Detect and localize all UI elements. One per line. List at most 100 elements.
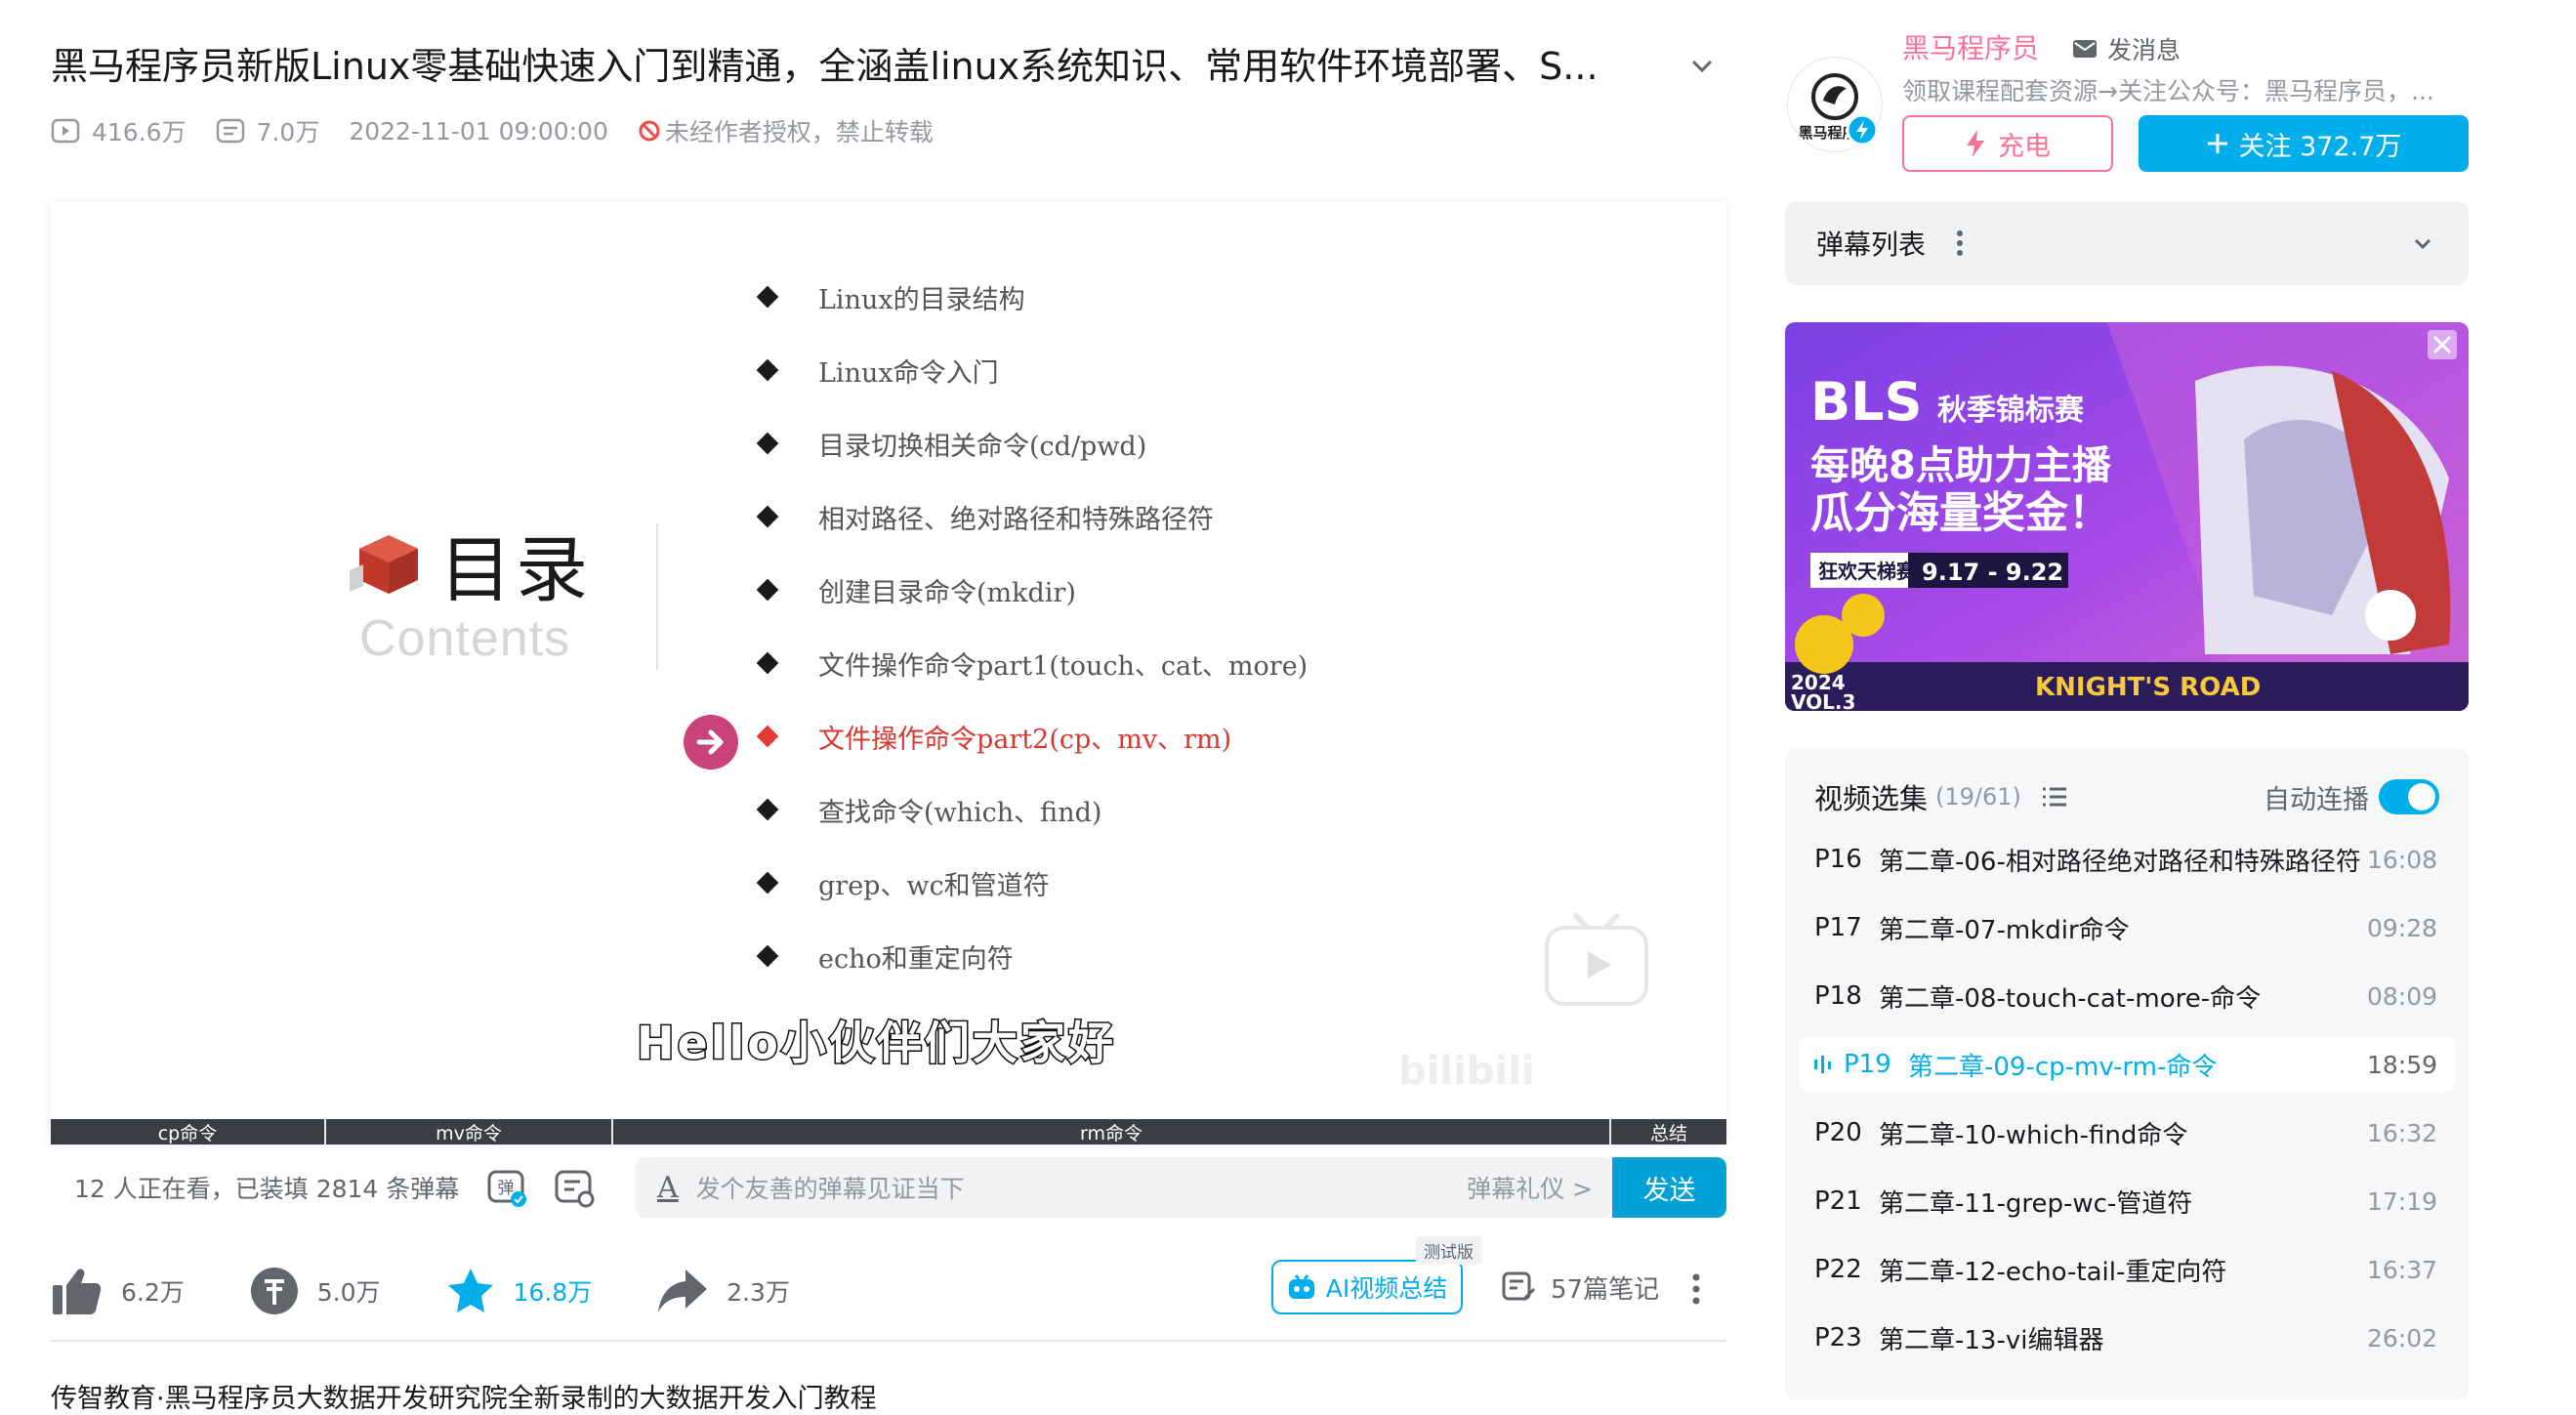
ad-event: 秋季锦标赛 <box>1937 394 2085 428</box>
copyright-notice: 未经作者授权，禁止转载 <box>638 113 934 148</box>
autoplay-toggle[interactable] <box>2379 779 2439 814</box>
list-view-icon[interactable] <box>2041 785 2068 809</box>
danmaku-toggle-icon[interactable]: 弹 <box>483 1162 531 1213</box>
toc-item: 查找命令(which、find) <box>754 790 1101 829</box>
chapter-segment[interactable]: mv命令 <box>326 1119 613 1144</box>
episode-item[interactable]: P22 第二章-12-echo-tail-重定向符 16:37 <box>1799 1242 2455 1297</box>
like-button[interactable]: 6.2万 <box>51 1266 185 1316</box>
send-danmaku-button[interactable]: 发送 <box>1612 1157 1726 1218</box>
share-icon <box>658 1269 708 1312</box>
toc-item: 相对路径、绝对路径和特殊路径符 <box>754 497 1214 536</box>
video-meta: 416.6万 7.0万 2022-11-01 09:00:00 未经作者授权，禁… <box>51 111 934 150</box>
ad-road: KNIGHT'S ROAD <box>2035 673 2261 702</box>
chapter-segment[interactable]: rm命令 <box>613 1119 1611 1144</box>
text-style-icon[interactable]: A <box>657 1171 679 1205</box>
ai-summary-button[interactable]: AI视频总结 <box>1271 1260 1463 1314</box>
danmaku-placeholder: 发个友善的弹幕见证当下 <box>695 1175 965 1203</box>
arrow-right-icon <box>684 715 738 770</box>
danmaku-input[interactable]: A 发个友善的弹幕见证当下 弹幕礼仪 > <box>636 1157 1613 1218</box>
danmaku-count: 7.0万 <box>256 118 320 146</box>
toc-subtitle: Contents <box>359 610 571 667</box>
diamond-bullet-icon <box>756 944 779 968</box>
coin-button[interactable]: 5.0万 <box>249 1266 381 1316</box>
video-frame[interactable]: 目录 Contents Linux的目录结构 Linux命令入门 目录切换相关命… <box>51 201 1726 1119</box>
copyright-text: 未经作者授权，禁止转载 <box>664 118 934 146</box>
mail-icon <box>2073 40 2097 58</box>
diamond-bullet-icon <box>756 432 779 455</box>
episode-list-title: 视频选集 <box>1814 782 1929 815</box>
danmaku-list-panel[interactable]: 弹幕列表 <box>1785 201 2469 285</box>
danmaku-settings-icon[interactable] <box>551 1162 599 1213</box>
forbidden-icon <box>639 120 660 142</box>
views-stat: 416.6万 <box>51 113 187 148</box>
publish-date: 2022-11-01 09:00:00 <box>349 116 608 146</box>
diamond-bullet-icon <box>756 358 779 382</box>
action-bar: 6.2万 5.0万 16.8万 2.3万 AI视频总结 测试版 57篇笔记 <box>51 1236 1726 1322</box>
toc-title: 目录 <box>439 528 592 612</box>
diamond-bullet-icon <box>756 285 779 309</box>
chapter-segment[interactable]: 总结 <box>1611 1119 1726 1144</box>
chapter-segment[interactable]: cp命令 <box>51 1119 326 1144</box>
beta-badge: 测试版 <box>1416 1236 1481 1265</box>
notes-button[interactable]: 57篇笔记 <box>1502 1260 1659 1314</box>
ad-tag: 狂欢天梯赛 <box>1818 560 1917 583</box>
ai-robot-icon <box>1288 1274 1314 1299</box>
episode-item[interactable]: P17 第二章-07-mkdir命令 09:28 <box>1799 900 2455 955</box>
more-options-icon[interactable] <box>1691 1273 1701 1305</box>
coin-icon <box>250 1268 298 1314</box>
toc-item: echo和重定向符 <box>754 936 1014 976</box>
svg-text:弹: 弹 <box>498 1179 515 1198</box>
ad-vol: VOL.3 <box>1791 690 1855 711</box>
autoplay-label: 自动连播 <box>2264 784 2369 815</box>
favorite-button[interactable]: 16.8万 <box>445 1266 592 1316</box>
ad-banner[interactable]: BLS 秋季锦标赛 每晚8点助力主播 瓜分海量奖金！ 狂欢天梯赛 9.17 - … <box>1785 322 2469 711</box>
charge-button[interactable]: 充电 <box>1902 115 2113 172</box>
toc-item: 创建目录命令(mkdir) <box>754 570 1076 609</box>
episode-item-active[interactable]: P19 第二章-09-cp-mv-rm-命令 18:59 <box>1799 1037 2455 1092</box>
episode-item[interactable]: P18 第二章-08-touch-cat-more-命令 08:09 <box>1799 969 2455 1023</box>
chevron-down-icon[interactable] <box>2410 230 2435 256</box>
episode-list-header: 视频选集 (19/61) 自动连播 <box>1814 777 2439 816</box>
episode-item[interactable]: P16 第二章-06-相对路径绝对路径和特殊路径符 16:08 <box>1799 832 2455 887</box>
follow-button[interactable]: 关注 372.7万 <box>2139 115 2469 172</box>
views-count: 416.6万 <box>92 118 187 146</box>
divider <box>51 1340 1726 1342</box>
danmaku-stat: 7.0万 <box>216 113 320 148</box>
video-description: 传智教育·黑马程序员大数据开发研究院全新录制的大数据开发入门教程 <box>51 1384 877 1414</box>
play-count-icon <box>51 118 80 144</box>
episode-list-panel: 视频选集 (19/61) 自动连播 P16 第二章-06-相对路径绝对路径和特殊路… <box>1785 748 2469 1400</box>
message-button[interactable]: 发消息 <box>2072 31 2181 66</box>
kebab-menu-icon[interactable] <box>1955 229 1965 258</box>
notes-icon <box>1502 1271 1536 1302</box>
uploader-name[interactable]: 黑马程序员 <box>1902 27 2039 66</box>
toc-item-active: 文件操作命令part2(cp、mv、rm) <box>754 717 1231 756</box>
episode-item[interactable]: P23 第二章-13-vi编辑器 26:02 <box>1799 1311 2455 1365</box>
toc-item: grep、wc和管道符 <box>754 863 1050 902</box>
diamond-bullet-icon <box>756 798 779 821</box>
uploader-description: 领取课程配套资源→关注公众号：黑马程序员，... <box>1902 77 2434 105</box>
episode-count: (19/61) <box>1935 783 2021 811</box>
video-title: 黑马程序员新版Linux零基础快速入门到精通，全涵盖linux系统知识、常用软件… <box>51 45 1599 88</box>
video-subtitle: Hello小伙伴们大家好 <box>636 1016 1116 1071</box>
ad-line1: 每晚8点助力主播 <box>1810 443 2112 488</box>
progress-bar[interactable]: cp命令 mv命令 rm命令 总结 <box>51 1119 1726 1144</box>
episode-item[interactable]: P20 第二章-10-which-find命令 16:32 <box>1799 1105 2455 1160</box>
danmaku-list-title: 弹幕列表 <box>1816 229 1927 261</box>
share-button[interactable]: 2.3万 <box>656 1268 790 1314</box>
viewer-info: 12 人正在看，已装填 2814 条弹幕 <box>74 1175 460 1203</box>
episode-item[interactable]: P21 第二章-11-grep-wc-管道符 17:19 <box>1799 1174 2455 1228</box>
toc-item: Linux命令入门 <box>754 351 999 390</box>
chevron-down-icon[interactable] <box>1687 51 1717 80</box>
ad-line2: 瓜分海量奖金！ <box>1810 488 2111 538</box>
toc-item: Linux的目录结构 <box>754 277 1025 316</box>
ad-brand: BLS <box>1810 371 1922 433</box>
play-tv-icon[interactable] <box>1543 906 1650 1008</box>
cube-logo-icon <box>350 535 418 594</box>
diamond-bullet-icon <box>756 505 779 528</box>
danmaku-etiquette-link[interactable]: 弹幕礼仪 > <box>1467 1170 1593 1205</box>
video-player[interactable]: 目录 Contents Linux的目录结构 Linux命令入门 目录切换相关命… <box>51 201 1726 1144</box>
diamond-bullet-icon <box>756 651 779 675</box>
playing-bars-icon <box>1814 1056 1831 1073</box>
danmaku-count-icon <box>216 118 244 144</box>
diamond-bullet-icon <box>756 871 779 895</box>
